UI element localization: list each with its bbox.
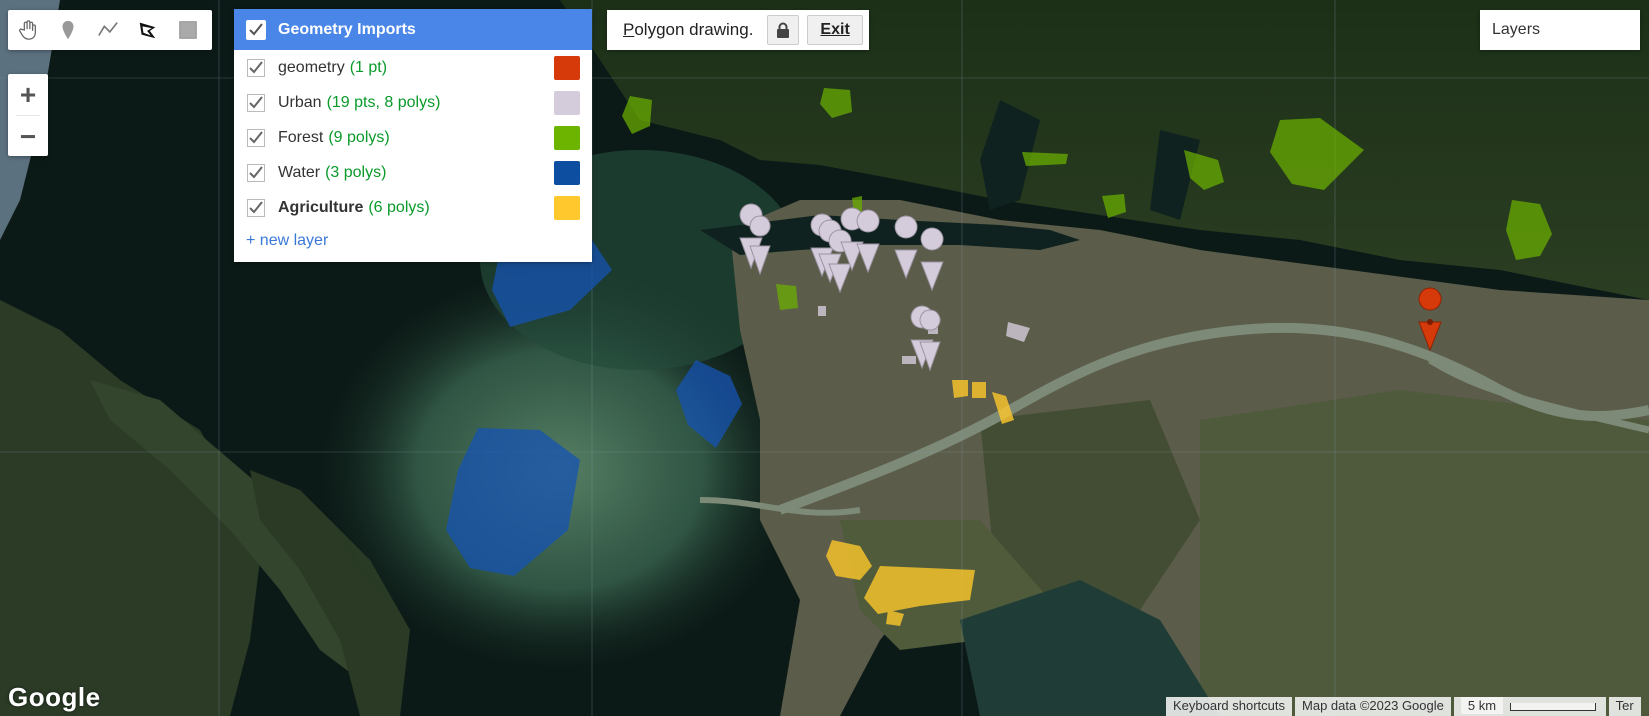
marker-tool[interactable] [48, 10, 88, 50]
urban-polygon[interactable] [818, 306, 826, 316]
map-data-text: Map data ©2023 Google [1295, 697, 1451, 716]
layer-color-swatch[interactable] [554, 126, 580, 150]
drawing-status-text: Polygon drawing. [623, 20, 754, 39]
imports-checkbox[interactable] [246, 19, 266, 40]
lock-icon [777, 22, 790, 38]
check-icon [247, 163, 265, 182]
lock-button[interactable] [767, 15, 800, 45]
layer-count: (3 polys) [325, 163, 387, 181]
rectangle-icon [179, 21, 197, 39]
layer-checkbox[interactable] [246, 163, 266, 183]
drawing-toolbar [8, 10, 212, 50]
layer-color-swatch[interactable] [554, 196, 580, 220]
polygon-icon [139, 22, 156, 39]
check-icon [249, 22, 263, 35]
layer-name[interactable]: Urban [278, 94, 322, 112]
imports-header: Geometry Imports [234, 9, 592, 50]
zoom-in-button[interactable]: + [8, 74, 48, 115]
layer-row-forest[interactable]: Forest (9 polys) [234, 120, 592, 155]
layer-count: (6 polys) [368, 198, 430, 216]
forest-polygon[interactable] [1022, 152, 1068, 166]
terms-link[interactable]: Ter [1608, 697, 1641, 716]
layer-checkbox[interactable] [246, 128, 266, 148]
google-logo: Google [8, 682, 101, 712]
line-tool[interactable] [88, 10, 128, 50]
exit-button[interactable]: Exit [807, 15, 863, 45]
check-icon [247, 128, 265, 147]
layer-checkbox[interactable] [246, 58, 266, 78]
layer-color-swatch[interactable] [554, 161, 580, 185]
layer-name[interactable]: Agriculture [278, 199, 363, 217]
polygon-tool[interactable] [128, 10, 168, 50]
agriculture-polygon[interactable] [952, 380, 968, 398]
urban-polygon[interactable] [902, 356, 916, 364]
check-icon [247, 198, 265, 217]
layer-checkbox[interactable] [246, 198, 266, 218]
keyboard-shortcuts-link[interactable]: Keyboard shortcuts [1166, 697, 1293, 716]
hand-tool[interactable] [8, 10, 48, 50]
layers-button[interactable]: Layers [1480, 10, 1640, 50]
check-icon [247, 93, 265, 112]
layer-name[interactable]: Water [278, 164, 320, 182]
new-layer-link[interactable]: + new layer [234, 225, 592, 257]
hand-icon [19, 20, 36, 40]
geometry-imports-panel: Geometry Imports geometry (1 pt) Urban (19 … [234, 9, 592, 262]
layer-row-geometry[interactable]: geometry (1 pt) [234, 50, 592, 85]
attribution-bar: Keyboard shortcuts Map data ©2023 Google… [1166, 697, 1649, 716]
imports-title: Geometry Imports [278, 20, 416, 38]
zoom-control: + − [8, 74, 48, 156]
layer-color-swatch[interactable] [554, 91, 580, 115]
zoom-out-button[interactable]: − [8, 116, 48, 157]
layer-name[interactable]: Forest [278, 129, 323, 147]
agriculture-polygon[interactable] [972, 382, 986, 398]
check-icon [247, 58, 265, 77]
marker-icon [62, 20, 74, 40]
layer-count: (9 polys) [328, 128, 390, 146]
layer-color-swatch[interactable] [554, 56, 580, 80]
layer-count: (1 pt) [349, 58, 388, 76]
layer-row-agriculture[interactable]: Agriculture (6 polys) [234, 190, 592, 225]
layer-checkbox[interactable] [246, 93, 266, 113]
layer-row-urban[interactable]: Urban (19 pts, 8 polys) [234, 85, 592, 120]
layer-name[interactable]: geometry [278, 59, 345, 77]
drawing-status-bar: Polygon drawing. Exit [607, 10, 869, 50]
layer-row-water[interactable]: Water (3 polys) [234, 155, 592, 190]
layer-count: (19 pts, 8 polys) [326, 93, 441, 111]
scale-bar[interactable]: 5 km [1453, 697, 1606, 716]
line-icon [98, 22, 118, 36]
rectangle-tool[interactable] [168, 10, 208, 50]
